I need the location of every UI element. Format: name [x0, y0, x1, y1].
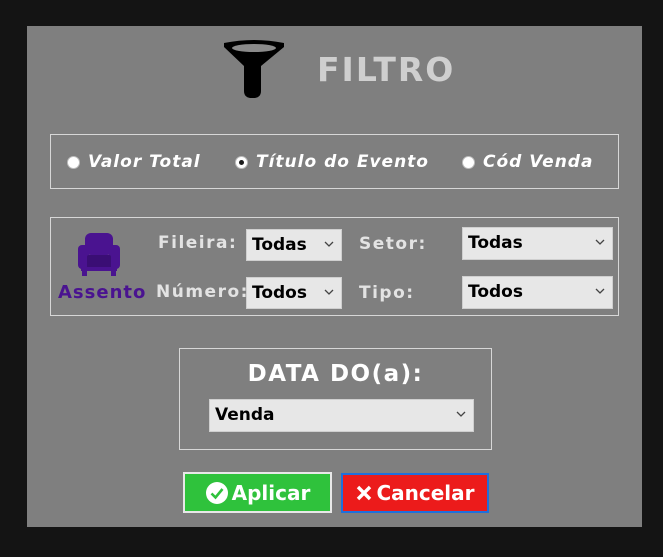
radio-valor-total[interactable]: Valor Total [67, 152, 201, 172]
armchair-icon [78, 233, 120, 276]
row-label: Fileira: [158, 233, 238, 253]
cancel-button-label: Cancelar [376, 481, 475, 505]
radio-button[interactable] [235, 155, 248, 169]
seat-label: Assento [58, 282, 147, 303]
sector-select[interactable]: Todas [462, 227, 613, 260]
sector-select-value: Todas [468, 233, 523, 253]
dialog-title: FILTRO [317, 50, 456, 89]
apply-button[interactable]: Aplicar [183, 472, 332, 513]
number-label: Número: [156, 282, 249, 302]
date-select[interactable]: Venda [209, 399, 474, 432]
search-by-group: Valor Total Título do Evento Cód Venda [50, 134, 619, 189]
radio-label: Valor Total [88, 152, 201, 172]
close-icon [357, 485, 372, 501]
number-select-value: Todos [252, 283, 307, 303]
chevron-down-icon [595, 239, 605, 245]
radio-cod-venda[interactable]: Cód Venda [462, 152, 593, 172]
radio-label: Cód Venda [483, 152, 594, 172]
chevron-down-icon [324, 241, 334, 247]
check-circle-icon [205, 481, 228, 504]
sector-label: Setor: [359, 234, 427, 254]
cancel-button[interactable]: Cancelar [341, 473, 489, 513]
date-select-value: Venda [215, 405, 275, 425]
row-select-value: Todas [252, 235, 307, 255]
window-frame: FILTRO Valor Total Título do Evento Cód … [0, 0, 663, 557]
radio-titulo-evento[interactable]: Título do Evento [235, 152, 429, 172]
type-label: Tipo: [359, 283, 415, 303]
type-select-value: Todos [468, 282, 523, 302]
type-select[interactable]: Todos [462, 276, 613, 309]
filter-dialog: FILTRO Valor Total Título do Evento Cód … [27, 26, 642, 527]
date-group: DATA DO(a): Venda [179, 348, 492, 450]
radio-button[interactable] [67, 155, 80, 169]
date-title: DATA DO(a): [247, 361, 424, 387]
row-select[interactable]: Todas [246, 229, 342, 261]
apply-button-label: Aplicar [231, 480, 311, 505]
number-select[interactable]: Todos [246, 277, 342, 309]
chevron-down-icon [324, 289, 334, 295]
radio-button[interactable] [462, 155, 475, 169]
funnel-icon [224, 40, 284, 98]
chevron-down-icon [456, 411, 466, 417]
radio-label: Título do Evento [256, 152, 429, 172]
chevron-down-icon [595, 288, 605, 294]
